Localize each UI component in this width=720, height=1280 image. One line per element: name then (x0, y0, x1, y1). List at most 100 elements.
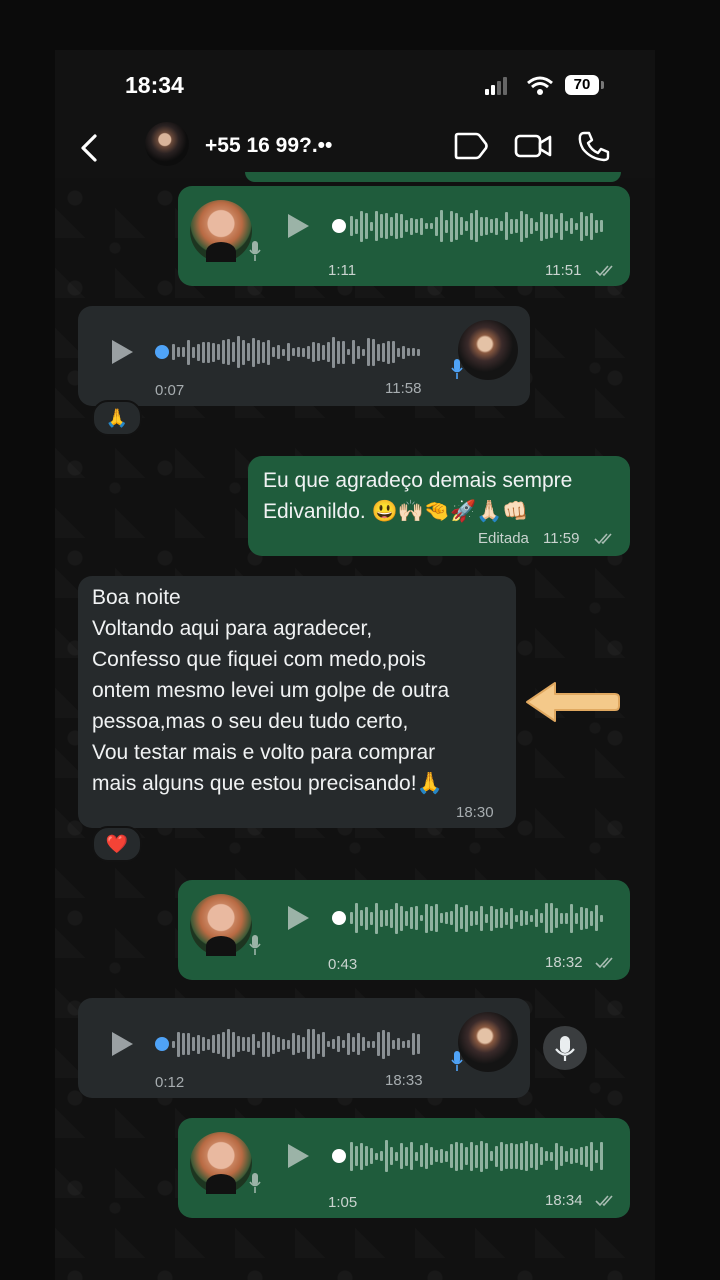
playback-knob[interactable] (332, 911, 346, 925)
waveform-bar (277, 345, 280, 359)
voice-message-out[interactable]: 0:43 18:32 (178, 880, 630, 980)
voice-duration: 0:43 (328, 956, 358, 973)
waveform-bar (515, 1143, 518, 1169)
waveform-bar (490, 219, 493, 233)
waveform-bar (327, 342, 330, 362)
play-icon[interactable] (112, 1032, 133, 1056)
back-arrow-icon[interactable] (73, 130, 109, 166)
previous-message-edge (245, 172, 621, 182)
waveform[interactable] (350, 206, 608, 246)
waveform-bar (400, 214, 403, 238)
voice-message-in[interactable]: 0:12 18:33 (78, 998, 530, 1098)
waveform-bar (500, 221, 503, 231)
waveform-bar (435, 216, 438, 236)
waveform-bar (377, 343, 380, 361)
waveform-bar (355, 1146, 358, 1166)
voice-message-out[interactable]: 1:11 11:51 (178, 186, 630, 286)
waveform-bar (410, 217, 413, 235)
text-message-in[interactable]: Boa noite Voltando aqui para agradecer, … (78, 576, 516, 828)
waveform-bar (550, 214, 553, 238)
waveform-bar (262, 1031, 265, 1057)
waveform-bar (327, 1041, 330, 1047)
waveform-bar (530, 218, 533, 234)
text-message-out[interactable]: Eu que agradeço demais sempre Edivanildo… (248, 456, 630, 556)
waveform-bar (365, 906, 368, 930)
waveform-bar (455, 212, 458, 240)
waveform-bar (402, 1040, 405, 1048)
voice-duration: 0:07 (155, 382, 185, 399)
waveform-bar (252, 1033, 255, 1055)
waveform-bar (590, 212, 593, 240)
play-icon[interactable] (112, 340, 133, 364)
voice-duration: 1:05 (328, 1194, 358, 1211)
label-tag-icon[interactable] (451, 128, 491, 164)
voice-record-button[interactable] (543, 1026, 587, 1070)
waveform-bar (405, 220, 408, 232)
waveform-bar (392, 1039, 395, 1049)
waveform-bar (307, 345, 310, 359)
waveform-bar (302, 1036, 305, 1052)
waveform-bar (382, 342, 385, 362)
waveform-bar (287, 343, 290, 361)
battery-tip (601, 81, 604, 89)
waveform-bar (385, 910, 388, 926)
waveform-bar (367, 338, 370, 366)
waveform[interactable] (350, 1136, 608, 1176)
play-icon[interactable] (288, 214, 309, 238)
waveform-bar (360, 910, 363, 926)
playback-knob[interactable] (332, 1149, 346, 1163)
voice-message-out[interactable]: 1:05 18:34 (178, 1118, 630, 1218)
waveform[interactable] (172, 1024, 422, 1064)
waveform-bar (395, 1151, 398, 1161)
waveform-bar (342, 1040, 345, 1048)
waveform-bar (550, 1151, 553, 1161)
voice-message-in[interactable]: 0:07 11:58 (78, 306, 530, 406)
mic-icon (249, 241, 261, 261)
waveform[interactable] (172, 332, 422, 372)
message-text: Eu que agradeço demais sempre Edivanildo… (263, 469, 573, 523)
waveform-bar (590, 910, 593, 926)
waveform-bar (545, 213, 548, 239)
waveform-bar (495, 217, 498, 235)
waveform-bar (390, 216, 393, 236)
contact-name[interactable]: +55 16 99?.•• (205, 134, 351, 158)
waveform-bar (465, 221, 468, 231)
waveform-bar (405, 910, 408, 926)
message-time: 11:51 (545, 262, 582, 279)
waveform-bar (430, 1147, 433, 1165)
waveform-bar (500, 908, 503, 928)
waveform-bar (490, 905, 493, 931)
message-time: 18:32 (545, 954, 583, 971)
play-icon[interactable] (288, 906, 309, 930)
mic-icon (249, 1173, 261, 1193)
waveform-bar (407, 1040, 410, 1048)
waveform-bar (360, 210, 363, 242)
waveform-bar (520, 210, 523, 242)
waveform-bar (402, 345, 405, 359)
playback-knob[interactable] (332, 219, 346, 233)
waveform-bar (177, 347, 180, 357)
waveform-bar (460, 217, 463, 235)
waveform-bar (585, 907, 588, 929)
waveform[interactable] (350, 898, 608, 938)
reaction-badge[interactable]: ❤️ (92, 826, 142, 862)
waveform-bar (252, 337, 255, 367)
waveform-bar (485, 913, 488, 923)
reaction-badge[interactable]: 🙏 (92, 400, 142, 436)
playback-knob[interactable] (155, 1037, 169, 1051)
voice-duration: 0:12 (155, 1074, 185, 1091)
video-call-icon[interactable] (513, 128, 553, 164)
waveform-bar (347, 349, 350, 355)
waveform-bar (357, 1033, 360, 1055)
waveform-bar (222, 340, 225, 364)
message-time: 18:34 (545, 1192, 583, 1209)
contact-avatar[interactable] (145, 122, 189, 166)
mic-icon (451, 1051, 463, 1071)
playback-knob[interactable] (155, 345, 169, 359)
waveform-bar (575, 912, 578, 924)
waveform-bar (247, 343, 250, 361)
play-icon[interactable] (288, 1144, 309, 1168)
waveform-bar (347, 1033, 350, 1055)
waveform-bar (540, 913, 543, 923)
phone-call-icon[interactable] (575, 128, 615, 164)
